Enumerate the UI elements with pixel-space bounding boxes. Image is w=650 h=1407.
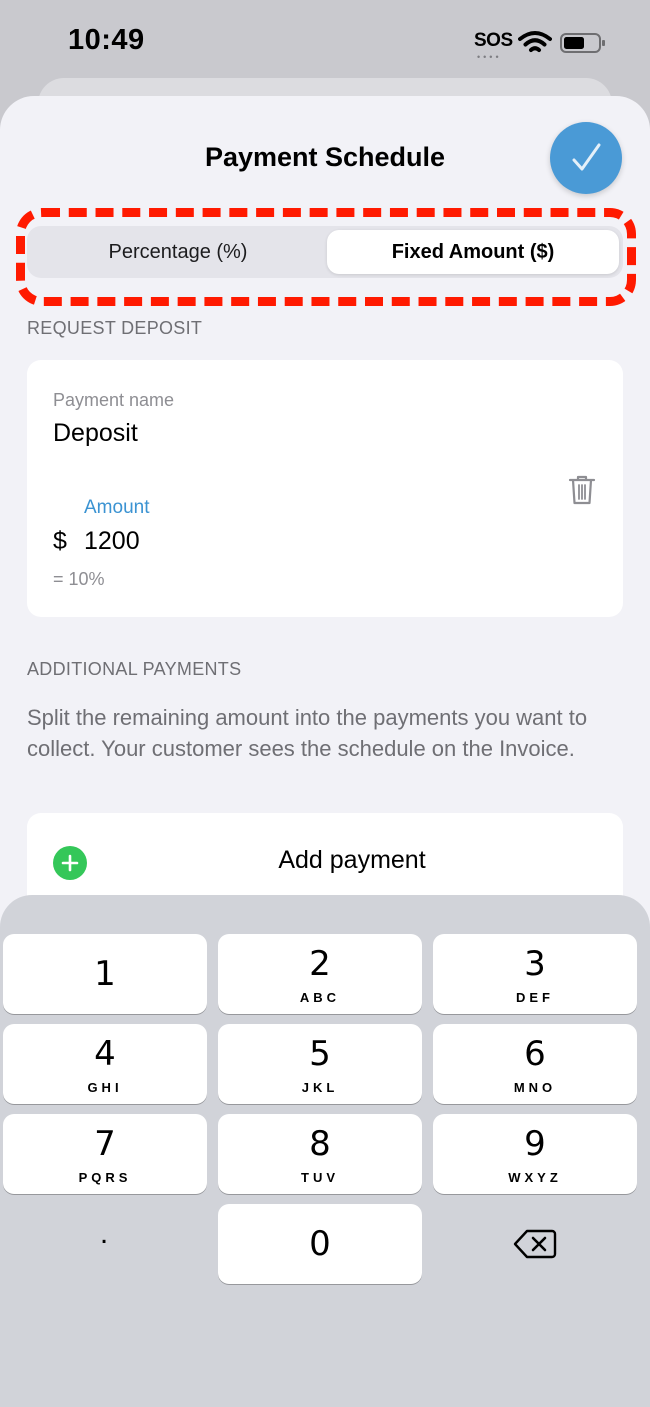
trash-icon[interactable]	[567, 474, 597, 506]
key-0[interactable]: 0	[218, 1204, 422, 1284]
highlight-annotation	[16, 208, 636, 306]
wifi-icon	[518, 31, 552, 52]
payment-name-field[interactable]: Deposit	[53, 419, 138, 448]
key-digit: 9	[524, 1124, 546, 1164]
key-digit: 4	[94, 1034, 116, 1074]
done-button[interactable]	[550, 122, 622, 194]
additional-payments-description: Split the remaining amount into the paym…	[27, 705, 588, 761]
key-letters: GHI	[87, 1080, 123, 1095]
key-digit: 3	[524, 944, 546, 984]
key-5[interactable]: 5 JKL	[218, 1024, 422, 1104]
sos-signal-dots: ••••	[477, 52, 502, 62]
status-time: 10:49	[68, 24, 145, 56]
amount-field[interactable]: 1200	[84, 527, 140, 556]
key-4[interactable]: 4 GHI	[3, 1024, 207, 1104]
key-1[interactable]: 1	[3, 934, 207, 1014]
key-letters: JKL	[301, 1080, 339, 1095]
key-3[interactable]: 3 DEF	[433, 934, 637, 1014]
key-letters: DEF	[516, 990, 554, 1005]
key-letters: TUV	[301, 1170, 339, 1185]
percent-equivalent: = 10%	[53, 569, 105, 589]
key-digit: 7	[94, 1124, 116, 1164]
key-digit: 2	[309, 944, 331, 984]
key-letters: WXYZ	[508, 1170, 562, 1185]
currency-symbol: $	[53, 527, 67, 555]
add-payment-label: Add payment	[278, 846, 426, 874]
additional-payments-header: ADDITIONAL PAYMENTS	[27, 659, 242, 679]
backspace-icon[interactable]	[513, 1228, 557, 1260]
key-7[interactable]: 7 PQRS	[3, 1114, 207, 1194]
request-deposit-header: REQUEST DEPOSIT	[27, 318, 203, 338]
key-letters: PQRS	[78, 1170, 132, 1185]
battery-icon	[560, 33, 605, 53]
key-2[interactable]: 2 ABC	[218, 934, 422, 1014]
key-letters: MNO	[513, 1080, 557, 1095]
amount-label: Amount	[84, 497, 150, 518]
key-digit: 0	[309, 1224, 331, 1264]
decimal-key[interactable]: .	[2, 1204, 206, 1284]
key-digit: 1	[94, 954, 116, 994]
key-digit: 6	[524, 1034, 546, 1074]
key-9[interactable]: 9 WXYZ	[433, 1114, 637, 1194]
key-digit: 5	[309, 1034, 331, 1074]
key-letters: ABC	[299, 990, 341, 1005]
key-8[interactable]: 8 TUV	[218, 1114, 422, 1194]
checkmark-icon	[572, 143, 601, 171]
key-digit: 8	[309, 1124, 331, 1164]
payment-name-label: Payment name	[53, 390, 175, 410]
sos-indicator: SOS	[474, 30, 513, 51]
key-6[interactable]: 6 MNO	[433, 1024, 637, 1104]
